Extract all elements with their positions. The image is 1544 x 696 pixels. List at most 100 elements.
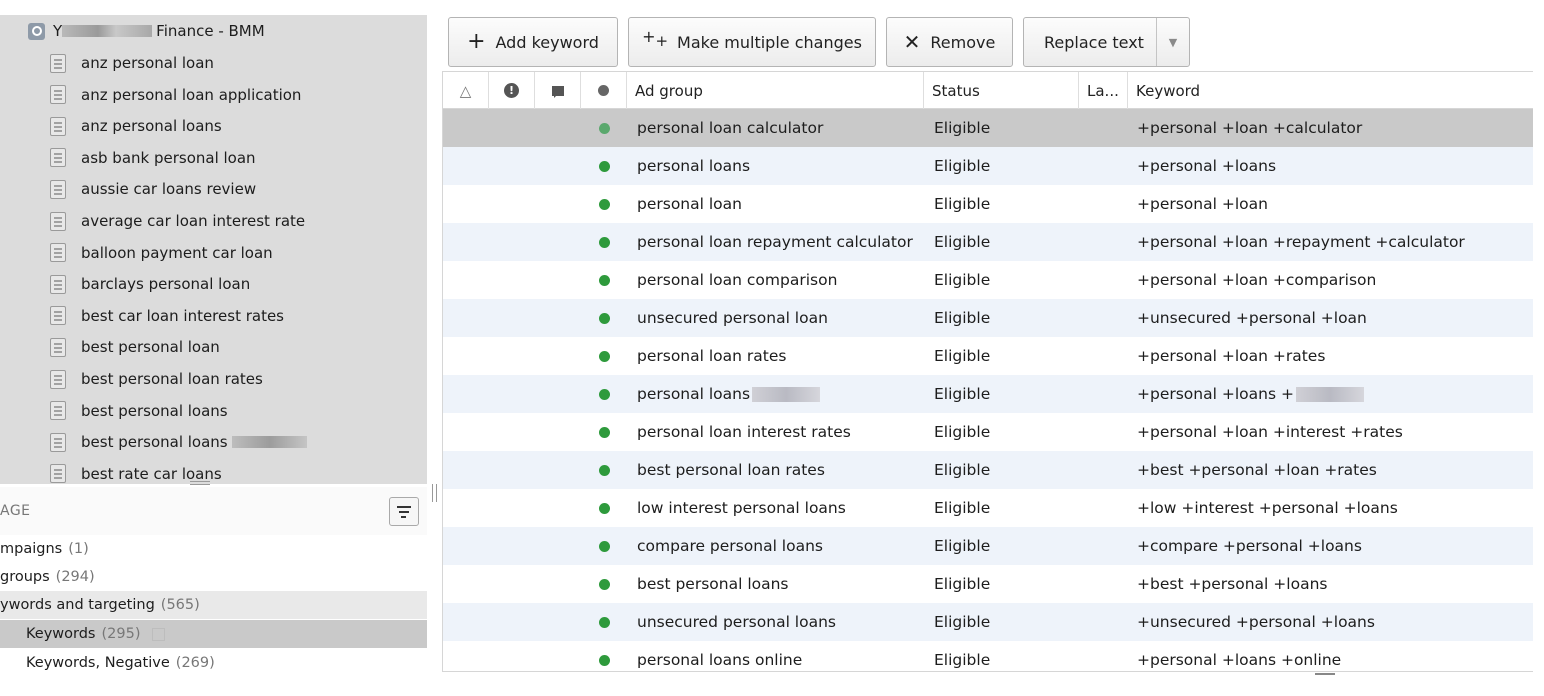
tree-item-adgroup[interactable]: asb bank personal loan xyxy=(50,143,256,173)
make-multiple-changes-button[interactable]: ++ Make multiple changes xyxy=(628,17,876,67)
tree-item-adgroup[interactable]: anz personal loan xyxy=(50,48,214,78)
manage-row[interactable]: Keywords, Negative (269) xyxy=(0,649,427,677)
cell-ad-group: personal loan interest rates xyxy=(637,413,851,451)
ad-group-text: personal loan calculator xyxy=(637,119,824,137)
manage-row[interactable]: mpaigns (1) xyxy=(0,535,427,563)
table-row[interactable]: best personal loans Eligible +best +person… xyxy=(443,565,1533,603)
tree-item-label: average car loan interest rate xyxy=(81,212,306,230)
table-row[interactable]: personal loan interest rates Eligible +per… xyxy=(443,413,1533,451)
tree-item-adgroup[interactable]: aussie car loans review xyxy=(50,174,256,204)
header-state-col[interactable] xyxy=(581,72,627,109)
ad-group-text: best personal loans xyxy=(637,575,789,593)
table-row[interactable]: personal loan calculator Eligible +persona… xyxy=(443,109,1533,147)
cell-status: Eligible xyxy=(934,157,991,175)
filter-icon-bar xyxy=(401,516,406,518)
table-row[interactable]: unsecured personal loan Eligible +unsecure… xyxy=(443,299,1533,337)
cell-status: Eligible xyxy=(934,537,991,555)
tree-item-adgroup[interactable]: best personal loan xyxy=(50,332,220,362)
table-row[interactable]: unsecured personal loans Eligible +unsecur… xyxy=(443,603,1533,641)
table-row[interactable]: personal loan rates Eligible +personal +lo… xyxy=(443,337,1533,375)
header-change-col[interactable]: △ xyxy=(443,72,489,109)
tree-item-label: barclays personal loan xyxy=(81,275,251,294)
chevron-down-icon[interactable]: ▼ xyxy=(1156,18,1189,66)
tree-item-adgroup[interactable]: balloon payment car loan xyxy=(50,238,273,268)
eligible-dot-icon xyxy=(599,122,610,134)
header-alert-col[interactable]: ! xyxy=(489,72,535,109)
table-row[interactable]: compare personal loans Eligible +compare +… xyxy=(443,527,1533,565)
replace-text-button[interactable]: Replace text ▼ xyxy=(1023,17,1190,67)
make-multiple-changes-label: Make multiple changes xyxy=(677,32,862,52)
delta-icon: △ xyxy=(459,81,472,100)
ad-group-text: low interest personal loans xyxy=(637,499,846,517)
redacted-text xyxy=(1295,386,1364,402)
table-row[interactable]: personal loans online Eligible +personal +… xyxy=(443,641,1533,671)
manage-row-label: Keywords xyxy=(26,626,96,642)
ad-group-icon xyxy=(50,401,66,421)
manage-row[interactable]: ywords and targeting (565) xyxy=(0,591,427,619)
keywords-grid: △ ! Ad group Status La... Keyword person… xyxy=(442,71,1533,672)
table-row[interactable]: personal loans Eligible +personal +loans xyxy=(443,147,1533,185)
tree-item-adgroup[interactable]: best personal loans xyxy=(50,396,228,426)
tree-item-adgroup[interactable]: anz personal loans xyxy=(50,111,222,141)
eligible-dot-icon xyxy=(599,464,610,476)
tree-item-adgroup[interactable]: best car loan interest rates xyxy=(50,301,284,331)
account-icon xyxy=(28,22,45,40)
keyword-text: +personal +loans + xyxy=(1137,385,1294,403)
cell-keyword: +personal +loan +repayment +calculator xyxy=(1137,223,1465,261)
header-keyword[interactable]: Keyword xyxy=(1128,72,1533,109)
eligible-dot-icon xyxy=(599,236,610,248)
tree-root-account[interactable]: Y Finance - BMM xyxy=(28,17,265,45)
cell-status: Eligible xyxy=(934,195,991,213)
filter-button[interactable] xyxy=(389,497,419,526)
table-row[interactable]: low interest personal loans Eligible +low … xyxy=(443,489,1533,527)
status-indicator xyxy=(599,185,610,223)
manage-header: AGE xyxy=(0,487,427,536)
tree-item-adgroup[interactable]: best personal loans xyxy=(50,427,307,457)
status-indicator xyxy=(599,527,610,565)
tree-item-adgroup[interactable]: anz personal loan application xyxy=(50,80,301,110)
manage-row[interactable]: Keywords (295) xyxy=(0,620,427,648)
status-indicator xyxy=(599,375,610,413)
table-row[interactable]: personal loan Eligible +personal +loan xyxy=(443,185,1533,223)
table-row[interactable]: personal loan comparison Eligible +persona… xyxy=(443,261,1533,299)
header-label[interactable]: La... xyxy=(1079,72,1128,109)
add-keyword-label: Add keyword xyxy=(495,32,599,52)
manage-row-count: (269) xyxy=(175,655,215,671)
tree-item-adgroup[interactable]: best personal loan rates xyxy=(50,364,263,394)
cell-ad-group: personal loans xyxy=(637,147,750,185)
ad-group-icon xyxy=(50,243,66,263)
cell-ad-group: personal loan comparison xyxy=(637,261,837,299)
header-ad-group[interactable]: Ad group xyxy=(627,72,924,109)
scroll-indicator[interactable] xyxy=(1315,673,1335,675)
eligible-dot-icon xyxy=(599,426,610,438)
table-row[interactable]: personal loans Eligible +personal +loans + xyxy=(443,375,1533,413)
tree-item-adgroup[interactable]: barclays personal loan xyxy=(50,269,250,299)
remove-label: Remove xyxy=(930,32,996,52)
ad-group-text: personal loans xyxy=(637,157,751,175)
ad-group-text: personal loan repayment calculator xyxy=(637,233,913,251)
cell-keyword: +personal +loans +online xyxy=(1137,641,1341,671)
table-row[interactable]: personal loan repayment calculator Eligib… xyxy=(443,223,1533,261)
remove-button[interactable]: ✕ Remove xyxy=(886,17,1013,67)
eligible-dot-icon xyxy=(599,616,610,628)
keyword-text: +personal +loan +interest +rates xyxy=(1137,423,1403,441)
tree-item-label: best personal loan xyxy=(81,338,220,357)
manage-title: AGE xyxy=(0,503,31,519)
panel-resize-handle[interactable] xyxy=(190,481,210,485)
status-indicator xyxy=(599,565,610,603)
vertical-resize-handle[interactable] xyxy=(432,484,437,502)
external-link-icon[interactable] xyxy=(152,627,166,641)
add-keyword-button[interactable]: + Add keyword xyxy=(448,17,618,67)
table-row[interactable]: best personal loan rates Eligible +best +p… xyxy=(443,451,1533,489)
keyword-text: +low +interest +personal +loans xyxy=(1137,499,1398,517)
tree-item-adgroup[interactable]: average car loan interest rate xyxy=(50,206,305,236)
cell-ad-group: personal loan repayment calculator xyxy=(637,223,913,261)
manage-row-label: ywords and targeting xyxy=(0,597,155,613)
header-status[interactable]: Status xyxy=(924,72,1079,109)
cell-status: Eligible xyxy=(934,347,991,365)
header-comment-col[interactable] xyxy=(535,72,581,109)
ad-group-text: unsecured personal loans xyxy=(637,613,836,631)
manage-row[interactable]: groups (294) xyxy=(0,563,427,591)
tree-item-label: best personal loan rates xyxy=(81,370,263,388)
status-indicator xyxy=(599,489,610,527)
